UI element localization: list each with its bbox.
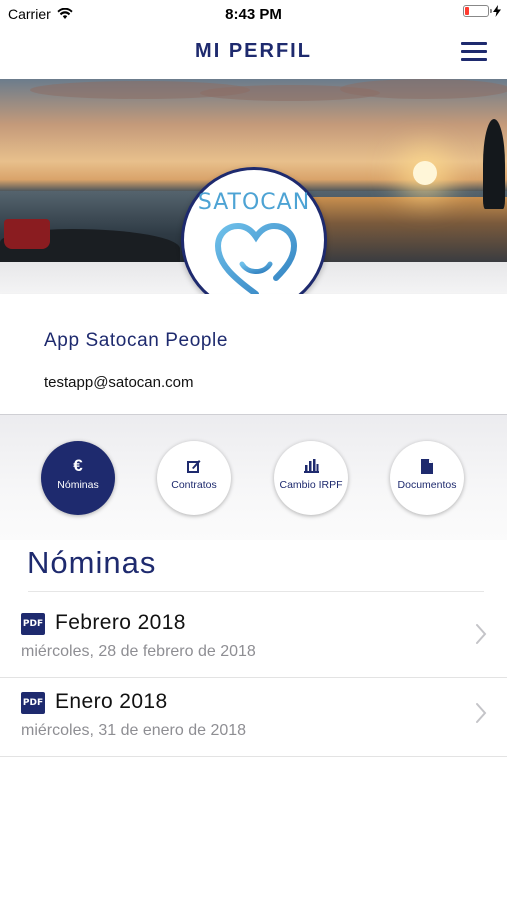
status-bar: Carrier 8:43 PM bbox=[0, 0, 507, 28]
euro-icon: € bbox=[73, 456, 83, 475]
payslip-title: Febrero 2018 bbox=[55, 611, 186, 634]
tab-documentos[interactable]: Documentos bbox=[390, 441, 464, 515]
payslip-title: Enero 2018 bbox=[55, 690, 168, 713]
payslip-row[interactable]: PDF Febrero 2018 miércoles, 28 de febrer… bbox=[0, 599, 507, 678]
payslip-date: miércoles, 28 de febrero de 2018 bbox=[21, 643, 256, 660]
profile-email: testapp@satocan.com bbox=[44, 374, 194, 391]
document-icon bbox=[390, 457, 464, 475]
section-title: Nóminas bbox=[27, 545, 157, 580]
payslip-row[interactable]: PDF Enero 2018 miércoles, 31 de enero de… bbox=[0, 678, 507, 757]
tab-contratos[interactable]: Contratos bbox=[157, 441, 231, 515]
logo-text: SATOCAN bbox=[197, 190, 311, 215]
battery-level bbox=[465, 7, 469, 15]
bar-chart-icon bbox=[274, 457, 348, 475]
hamburger-menu-icon[interactable] bbox=[461, 42, 487, 62]
status-right bbox=[463, 5, 501, 17]
battery-icon bbox=[463, 5, 492, 17]
section-divider bbox=[28, 591, 484, 592]
category-tabs: € Nóminas Contratos Cambio IRPF Document… bbox=[0, 415, 507, 540]
tab-label: Documentos bbox=[397, 479, 457, 491]
company-logo: SATOCAN bbox=[181, 167, 327, 313]
chevron-right-icon bbox=[476, 703, 487, 723]
heart-smile-icon bbox=[214, 222, 298, 297]
profile-name: App Satocan People bbox=[44, 330, 229, 351]
charging-icon bbox=[493, 5, 501, 17]
tab-cambio-irpf[interactable]: Cambio IRPF bbox=[274, 441, 348, 515]
tab-label: Nóminas bbox=[57, 479, 99, 491]
nav-bar: MI PERFIL bbox=[0, 28, 507, 78]
tab-nominas[interactable]: € Nóminas bbox=[41, 441, 115, 515]
chevron-right-icon bbox=[476, 624, 487, 644]
tab-label: Cambio IRPF bbox=[279, 479, 343, 491]
tab-label: Contratos bbox=[171, 479, 217, 491]
status-time: 8:43 PM bbox=[225, 6, 282, 23]
profile-card: App Satocan People testapp@satocan.com bbox=[0, 294, 507, 415]
pdf-icon: PDF bbox=[21, 692, 45, 714]
pdf-icon: PDF bbox=[21, 613, 45, 635]
page-title: MI PERFIL bbox=[195, 40, 312, 62]
payslip-date: miércoles, 31 de enero de 2018 bbox=[21, 722, 247, 739]
edit-icon bbox=[157, 457, 231, 475]
